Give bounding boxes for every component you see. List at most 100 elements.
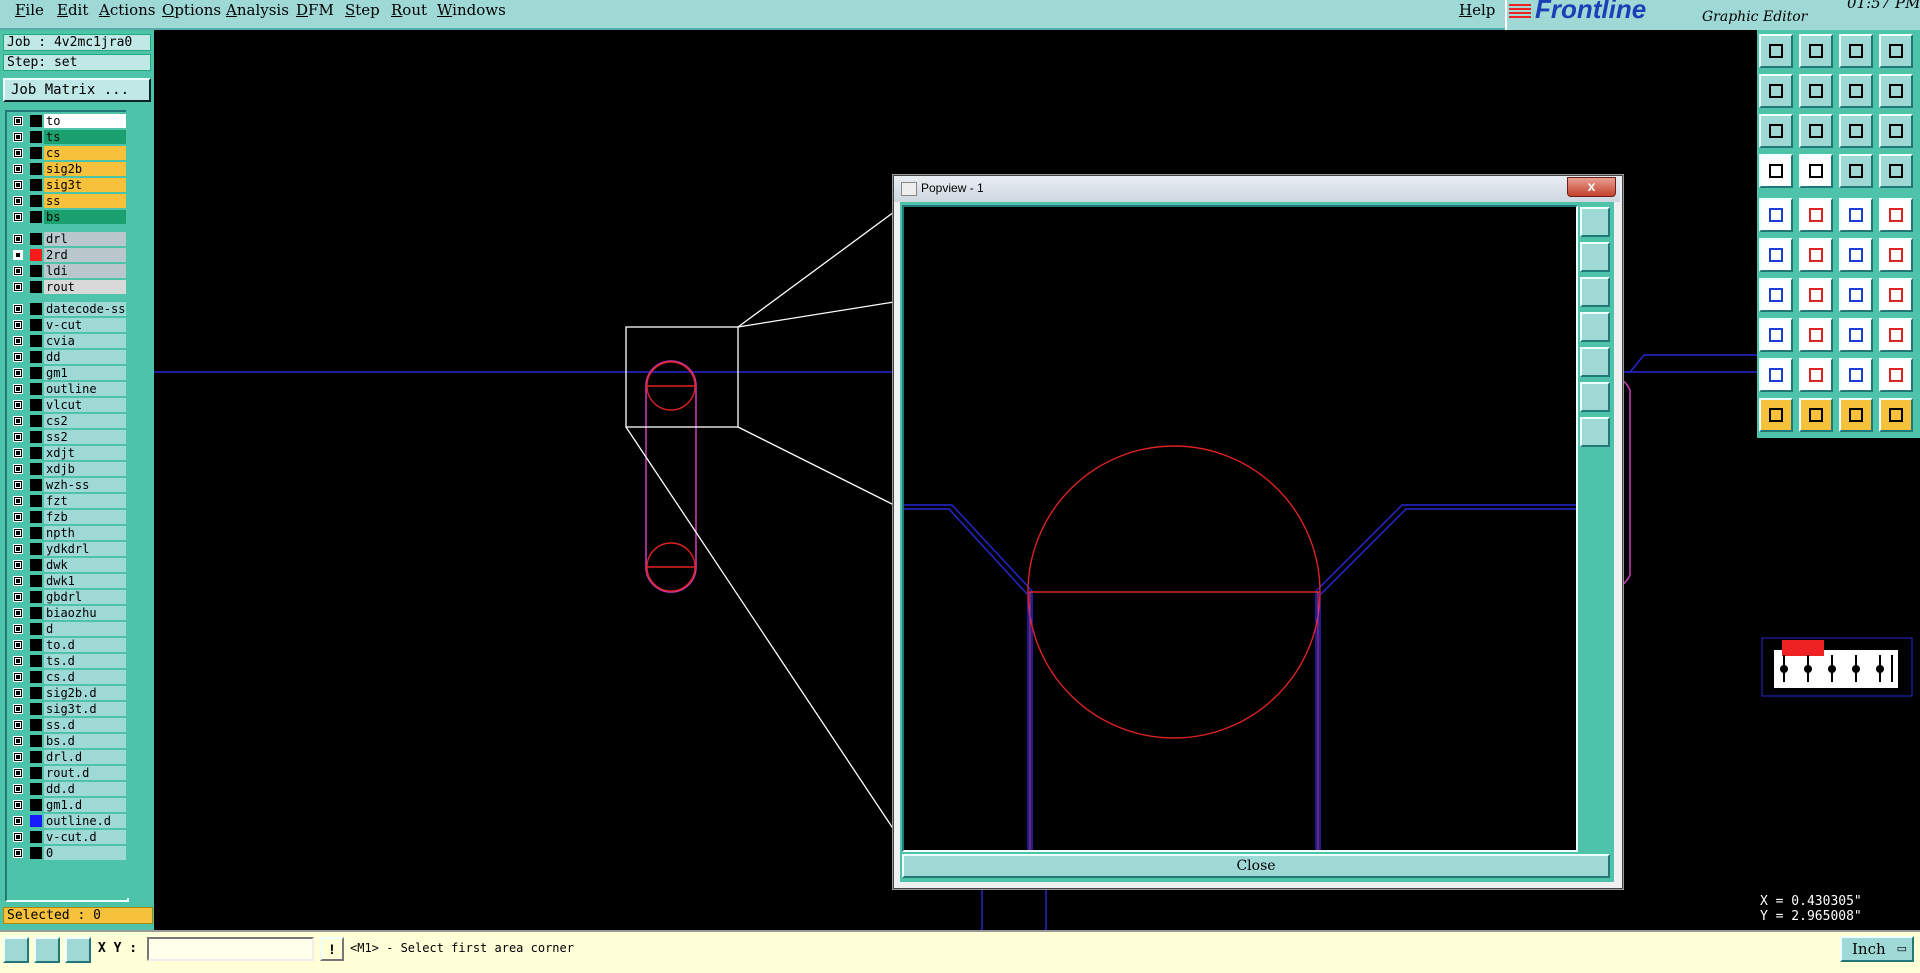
select-pointer-button[interactable] [1759, 398, 1793, 432]
layer-checkbox[interactable] [13, 512, 23, 522]
close-window-button[interactable]: x [1567, 177, 1616, 197]
select-net-button[interactable] [1879, 398, 1913, 432]
popview-zoom-fit-button[interactable] [1580, 207, 1610, 237]
menu-rout[interactable]: Rout [391, 1, 427, 19]
layer-checkbox[interactable] [13, 448, 23, 458]
grid-mode-button[interactable] [65, 937, 91, 963]
layer-row[interactable]: outline [9, 382, 127, 396]
layer-row[interactable]: bs [9, 210, 127, 224]
layer-row[interactable]: ts [9, 130, 127, 144]
layer-row[interactable]: cs2 [9, 414, 127, 428]
slant-line-button[interactable] [1799, 278, 1833, 312]
text-a-2-button[interactable] [1799, 358, 1833, 392]
layer-row[interactable]: v-cut.d [9, 830, 127, 844]
execute-button[interactable]: ! [320, 937, 344, 961]
layer-row[interactable]: cvia [9, 334, 127, 348]
layer-checkbox[interactable] [13, 528, 23, 538]
menu-help[interactable]: Help [1459, 1, 1495, 19]
popview-zoom-area-button[interactable] [1580, 382, 1610, 412]
layer-checkbox[interactable] [13, 352, 23, 362]
layer-checkbox[interactable] [13, 736, 23, 746]
snap-mode-button[interactable] [3, 937, 29, 963]
layer-checkbox[interactable] [13, 432, 23, 442]
layer-checkbox[interactable] [13, 234, 23, 244]
menu-edit[interactable]: Edit [57, 1, 88, 19]
layer-checkbox[interactable] [13, 212, 23, 222]
layer-checkbox[interactable] [13, 148, 23, 158]
layer-row[interactable]: cs [9, 146, 127, 160]
pad-tool-button[interactable] [1799, 154, 1833, 188]
layer-checkbox[interactable] [13, 832, 23, 842]
layer-checkbox[interactable] [13, 336, 23, 346]
layer-row[interactable]: ts.d [9, 654, 127, 668]
popview-pan-left-button[interactable] [1580, 312, 1610, 342]
menu-analysis[interactable]: Analysis [226, 1, 289, 19]
home-button[interactable] [1839, 34, 1873, 68]
add-segment-button[interactable] [1839, 238, 1873, 272]
layer-row[interactable]: drl [9, 232, 127, 246]
net-highlight-button[interactable] [1839, 154, 1873, 188]
layer-row[interactable]: datecode-ss [9, 302, 127, 316]
layer-checkbox[interactable] [13, 480, 23, 490]
layer-row[interactable]: cs.d [9, 670, 127, 684]
align-tool-button[interactable] [1839, 318, 1873, 352]
layer-checkbox[interactable] [13, 282, 23, 292]
layer-row[interactable]: dwk [9, 558, 127, 572]
layer-row[interactable]: sig3t.d [9, 702, 127, 716]
measure-settings-button[interactable] [1759, 154, 1793, 188]
layer-checkbox[interactable] [13, 164, 23, 174]
layer-row[interactable]: vlcut [9, 398, 127, 412]
step-overview-map[interactable] [1760, 630, 1915, 700]
layer-row[interactable]: sig2b.d [9, 686, 127, 700]
layer-checkbox[interactable] [13, 720, 23, 730]
zoom-home-button[interactable] [1799, 114, 1833, 148]
layer-row[interactable]: npth [9, 526, 127, 540]
fill-pad-button[interactable] [1879, 198, 1913, 232]
layer-down-button[interactable] [1799, 34, 1833, 68]
layer-row[interactable]: rout [9, 280, 127, 294]
prev-step-button[interactable] [1759, 74, 1793, 108]
layer-row[interactable]: xdjt [9, 446, 127, 460]
layer-checkbox[interactable] [13, 496, 23, 506]
layer-checkbox[interactable] [13, 116, 23, 126]
layer-checkbox[interactable] [13, 768, 23, 778]
layer-checkbox[interactable] [13, 656, 23, 666]
delete-node-button[interactable] [1799, 238, 1833, 272]
layer-row[interactable]: biaozhu [9, 606, 127, 620]
layer-row[interactable]: fzt [9, 494, 127, 508]
layer-row[interactable]: gm1 [9, 366, 127, 380]
layer-checkbox[interactable] [13, 688, 23, 698]
zoom-fit-button[interactable] [1759, 114, 1793, 148]
text-a-4-button[interactable] [1879, 358, 1913, 392]
query-button[interactable] [1879, 114, 1913, 148]
layer-checkbox[interactable] [13, 752, 23, 762]
xy-input[interactable] [147, 937, 314, 961]
layer-checkbox[interactable] [13, 848, 23, 858]
layer-checkbox[interactable] [13, 800, 23, 810]
menu-windows[interactable]: Windows [437, 1, 506, 19]
layer-up-button[interactable] [1759, 34, 1793, 68]
layer-row[interactable]: sig2b [9, 162, 127, 176]
layer-row[interactable]: ss [9, 194, 127, 208]
layer-checkbox[interactable] [13, 640, 23, 650]
layer-row[interactable]: dwk1 [9, 574, 127, 588]
layer-checkbox[interactable] [13, 320, 23, 330]
popview-pan-right-button[interactable] [1580, 347, 1610, 377]
next-step-button[interactable] [1799, 74, 1833, 108]
ruler-button[interactable] [1839, 198, 1873, 232]
layer-checkbox[interactable] [13, 180, 23, 190]
layer-row[interactable]: sig3t [9, 178, 127, 192]
layer-checkbox[interactable] [13, 250, 23, 260]
popview-canvas[interactable] [902, 205, 1578, 852]
popview-home-button[interactable] [1580, 417, 1610, 447]
net-select-button[interactable] [1879, 154, 1913, 188]
copy-tool-button[interactable] [1879, 318, 1913, 352]
redo-view-button[interactable] [1879, 74, 1913, 108]
layer-row[interactable]: wzh-ss [9, 478, 127, 492]
units-selector[interactable]: Inch ▭ [1840, 936, 1914, 962]
layer-checkbox[interactable] [13, 784, 23, 794]
popview-titlebar[interactable]: Popview - 1 x [894, 176, 1620, 202]
layer-checkbox[interactable] [13, 384, 23, 394]
menu-options[interactable]: Options [162, 1, 221, 19]
layer-checkbox[interactable] [13, 416, 23, 426]
